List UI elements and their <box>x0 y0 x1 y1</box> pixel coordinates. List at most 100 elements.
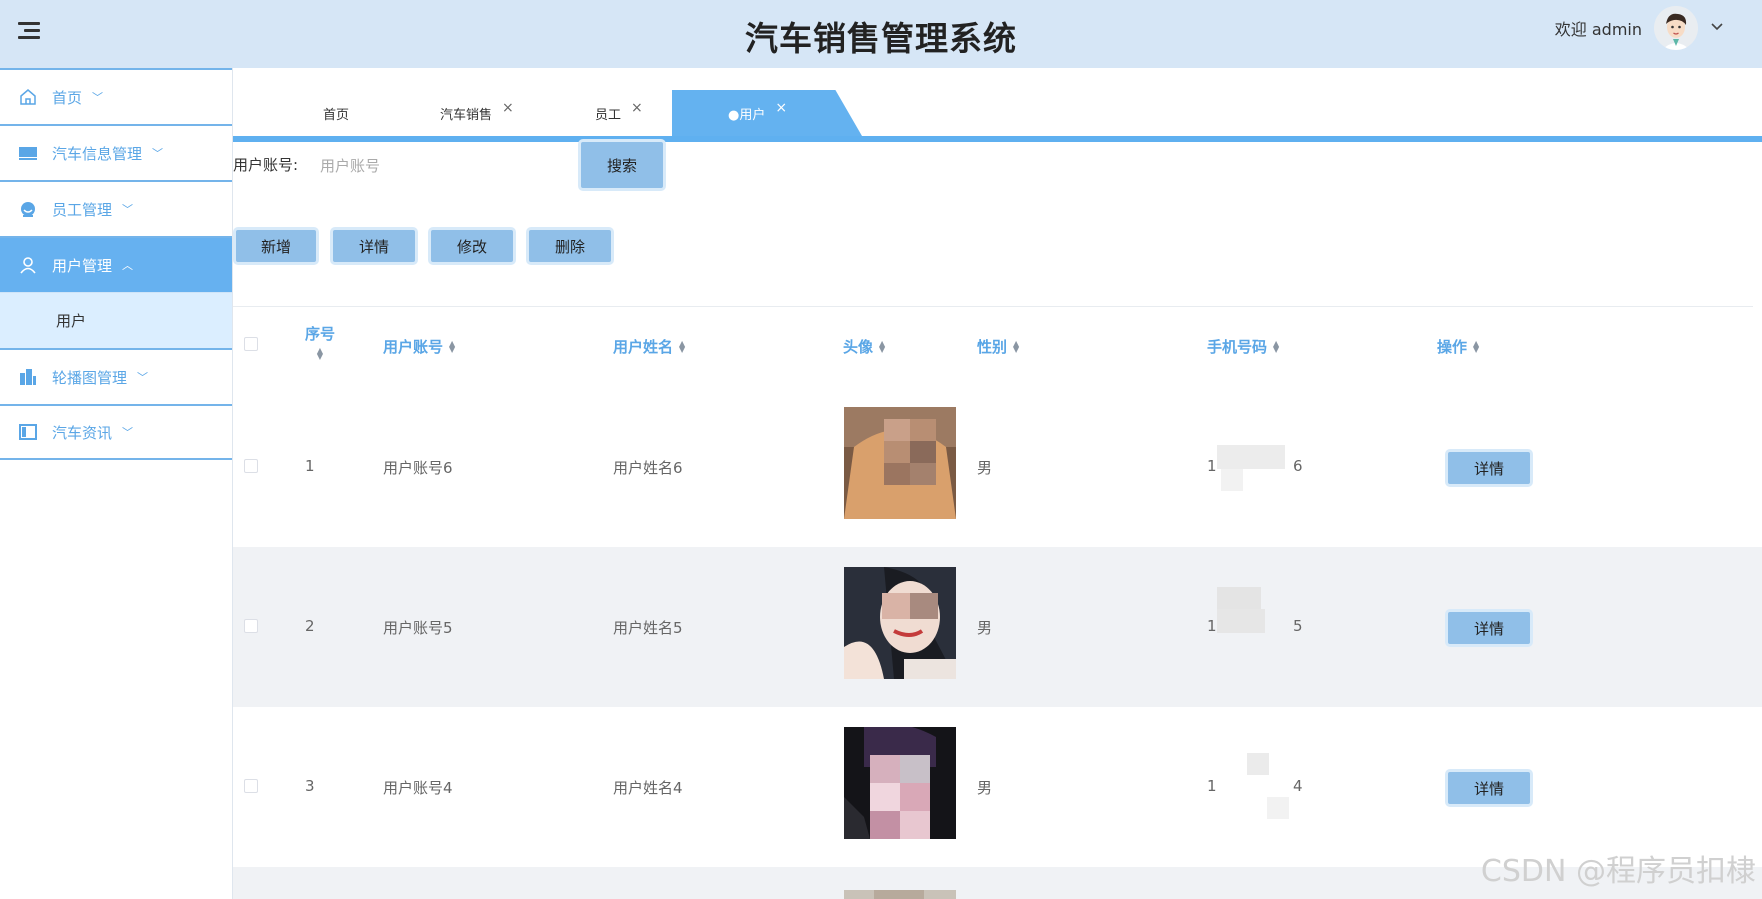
column-header-gender[interactable]: 性别 ▲ ▼ <box>977 336 1019 357</box>
sidebar-item-carousel[interactable]: 轮播图管理 ﹀ <box>0 348 232 404</box>
row-account: 用户账号4 <box>383 779 453 797</box>
avatar-image <box>844 887 956 899</box>
sidebar-item-car-info[interactable]: 汽车信息管理 ﹀ <box>0 124 232 180</box>
phone-mask <box>1247 753 1269 775</box>
chevron-down-icon: ﹀ <box>92 91 104 104</box>
phone-mask <box>1267 797 1289 819</box>
avatar-image <box>844 727 956 839</box>
tab-label: 员工 <box>595 107 622 123</box>
column-header-name[interactable]: 用户姓名 ▲ ▼ <box>613 336 685 357</box>
tab-label: 汽车销售 <box>440 107 493 123</box>
row-account: 用户账号5 <box>383 619 453 637</box>
employee-icon <box>18 199 38 219</box>
sidebar: 首页 ﹀ 汽车信息管理 ﹀ 员工管理 ﹀ 用户管理 ︿ 用户 轮播图管理 ﹀ 汽… <box>0 68 233 899</box>
watermark: CSDN @程序员扣棣 <box>1480 854 1756 889</box>
row-index: 3 <box>305 777 315 795</box>
sidebar-subitem-user[interactable]: 用户 <box>0 292 232 348</box>
tab-car-sales[interactable]: 汽车销售 × <box>440 90 514 136</box>
sort-icon[interactable]: ▲ ▼ <box>1273 339 1279 353</box>
column-header-account[interactable]: 用户账号 ▲ ▼ <box>383 336 455 357</box>
tab-bar: 首页 汽车销售 × 员工 × ●用户 × <box>233 90 1762 136</box>
row-detail-button[interactable]: 详情 <box>1445 609 1533 647</box>
column-header-action[interactable]: 操作 ▲ ▼ <box>1437 336 1479 357</box>
detail-button[interactable]: 详情 <box>330 227 418 265</box>
sort-icon[interactable]: ▲ ▼ <box>317 347 323 361</box>
row-name: 用户姓名6 <box>613 459 683 477</box>
row-name: 用户姓名5 <box>613 619 683 637</box>
phone-mask <box>1217 587 1261 609</box>
row-index: 2 <box>305 617 315 635</box>
sort-icon[interactable]: ▲ ▼ <box>449 339 455 353</box>
row-checkbox[interactable] <box>244 779 258 793</box>
avatar-image <box>844 567 956 679</box>
phone-mask <box>1217 445 1285 469</box>
sidebar-item-news[interactable]: 汽车资讯 ﹀ <box>0 404 232 460</box>
tab-home[interactable]: 首页 <box>323 90 349 136</box>
chevron-down-icon: ﹀ <box>122 426 134 439</box>
tab-label: ●用户 <box>728 107 766 123</box>
row-gender: 男 <box>977 619 993 637</box>
building-icon <box>18 367 38 387</box>
home-icon <box>18 87 38 107</box>
app-title: 汽车销售管理系统 <box>745 19 1017 58</box>
sort-icon[interactable]: ▲ ▼ <box>879 339 885 353</box>
table-row: 2 用户账号5 用户姓名5 男 1 5 详情 <box>233 547 1762 707</box>
sidebar-item-label: 轮播图管理 <box>52 368 128 387</box>
edit-button[interactable]: 修改 <box>428 227 516 265</box>
row-detail-button[interactable]: 详情 <box>1445 769 1533 807</box>
sort-icon[interactable]: ▲ ▼ <box>1473 339 1479 353</box>
user-icon <box>18 255 38 275</box>
close-icon[interactable]: × <box>502 100 514 116</box>
sort-icon[interactable]: ▲ ▼ <box>679 339 685 353</box>
select-all-checkbox[interactable] <box>244 337 258 351</box>
welcome-text: 欢迎 admin <box>1554 20 1642 39</box>
column-header-avatar[interactable]: 头像 ▲ ▼ <box>843 336 885 357</box>
chevron-down-icon: ﹀ <box>122 203 134 216</box>
table-row: 3 用户账号4 用户姓名4 男 1 4 详情 <box>233 707 1762 867</box>
avatar-image <box>844 407 956 519</box>
tab-users[interactable]: ●用户 × <box>728 90 787 136</box>
search-label: 用户账号: <box>233 156 299 174</box>
table-row: 1 用户账号6 用户姓名6 男 1 6 详情 <box>233 387 1762 547</box>
phone-mask <box>1217 609 1265 633</box>
column-header-phone[interactable]: 手机号码 ▲ ▼ <box>1207 336 1279 357</box>
row-index: 1 <box>305 457 315 475</box>
sidebar-item-label: 用户管理 <box>52 256 113 275</box>
row-account: 用户账号6 <box>383 459 453 477</box>
sidebar-item-label: 首页 <box>52 88 83 107</box>
column-header-index[interactable]: 序号 ▲ ▼ <box>305 323 335 361</box>
row-gender: 男 <box>977 779 993 797</box>
row-phone: 1 5 <box>1207 587 1303 635</box>
add-button[interactable]: 新增 <box>233 227 319 265</box>
sidebar-item-users[interactable]: 用户管理 ︿ <box>0 236 232 292</box>
tab-label: 首页 <box>323 107 350 123</box>
chevron-down-icon[interactable] <box>1710 20 1724 36</box>
row-phone: 1 6 <box>1207 445 1303 491</box>
row-detail-button[interactable]: 详情 <box>1445 449 1533 487</box>
row-name: 用户姓名4 <box>613 779 683 797</box>
user-area: 欢迎 admin <box>1555 6 1724 50</box>
close-icon[interactable]: × <box>631 100 643 116</box>
sidebar-item-employee[interactable]: 员工管理 ﹀ <box>0 180 232 236</box>
row-checkbox[interactable] <box>244 459 258 473</box>
avatar-icon[interactable] <box>1654 6 1698 50</box>
chevron-up-icon: ︿ <box>122 259 134 272</box>
sidebar-item-label: 员工管理 <box>52 200 113 219</box>
close-icon[interactable]: × <box>775 100 787 116</box>
row-checkbox[interactable] <box>244 619 258 633</box>
top-header: 汽车销售管理系统 欢迎 admin <box>0 0 1762 68</box>
tab-bar-underline <box>233 136 1762 142</box>
tab-employee[interactable]: 员工 × <box>595 90 643 136</box>
sidebar-item-label: 汽车资讯 <box>52 423 113 442</box>
delete-button[interactable]: 删除 <box>526 227 614 265</box>
row-gender: 男 <box>977 459 993 477</box>
monitor-icon <box>18 143 38 163</box>
sort-icon[interactable]: ▲ ▼ <box>1013 339 1019 353</box>
table-divider <box>233 306 1753 307</box>
sidebar-item-home[interactable]: 首页 ﹀ <box>0 68 232 124</box>
sidebar-item-label: 汽车信息管理 <box>52 144 143 163</box>
chevron-down-icon: ﹀ <box>137 371 149 384</box>
chevron-down-icon: ﹀ <box>152 147 164 160</box>
search-button[interactable]: 搜索 <box>578 139 666 191</box>
search-input[interactable] <box>318 150 572 182</box>
